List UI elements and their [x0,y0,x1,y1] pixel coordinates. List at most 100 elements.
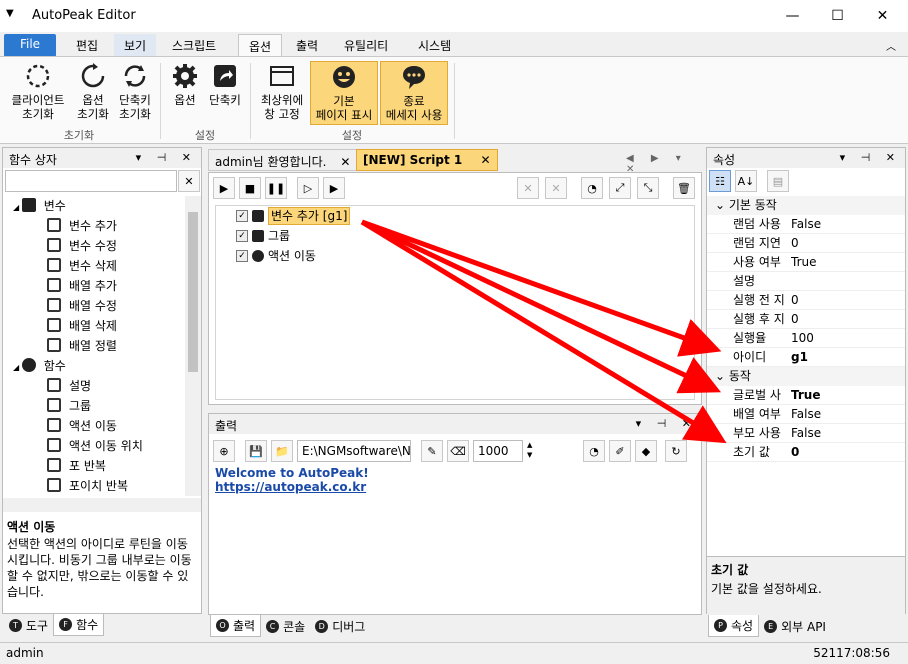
play-button[interactable]: ▶ [213,177,235,199]
tree-item[interactable]: 변수 삭제 [3,256,185,276]
categorized-view-icon[interactable]: ☷ [709,170,731,192]
clock-button[interactable]: ◔ [581,177,603,199]
property-row[interactable]: 실행 전 지 0 [707,291,905,310]
collapse-icon[interactable]: ⌄ [715,369,729,383]
panel-header-icons[interactable]: ▾ ⊣ ✕ [636,417,697,430]
property-row[interactable]: 랜덤 사용 False [707,215,905,234]
tab-edit[interactable]: 편집 [66,34,108,57]
tree-item[interactable]: 배열 삭제 [3,316,185,336]
tree-item[interactable]: 포 반복 [3,456,185,476]
eraser-button[interactable]: ⌫ [447,440,469,462]
panel-header-icons[interactable]: ▾ ⊣ ✕ [136,151,197,164]
item-checkbox[interactable]: ✓ [236,250,248,262]
property-row[interactable]: 아이디 g1 [707,348,905,367]
save-button[interactable]: 💾 [245,440,267,462]
property-value[interactable]: False [791,405,821,424]
tab-system[interactable]: 시스템 [408,34,461,57]
tree-item[interactable]: ◢ 함수 [3,356,185,376]
property-row[interactable]: 배열 여부 False [707,405,905,424]
tab-output-log[interactable]: O 출력 [210,615,262,637]
disabled-x-button[interactable]: ✕ [517,177,539,199]
tab-debug[interactable]: D 디버그 [310,615,370,637]
pause-button[interactable]: ❚❚ [265,177,287,199]
close-tab-icon[interactable]: ✕ [340,155,350,169]
tab-tools[interactable]: T 도구 [4,614,53,636]
tab-output[interactable]: 출력 [286,34,328,57]
tab-properties[interactable]: P 속성 [708,615,760,637]
open-folder-button[interactable]: 📁 [271,440,293,462]
collapse-ribbon-icon[interactable]: ︿ [886,38,896,53]
tree-item[interactable]: 배열 수정 [3,296,185,316]
property-row[interactable]: 설명 [707,272,905,291]
brush-button[interactable]: ✐ [609,440,631,462]
tree-item[interactable]: 배열 정렬 [3,336,185,356]
interval-stepper[interactable]: ▲ ▼ [527,440,539,462]
log-link[interactable]: https://autopeak.co.kr [215,480,366,494]
tree-item[interactable]: 배열 추가 [3,276,185,296]
script-item[interactable]: ✓ 액션 이동 [216,246,694,266]
item-checkbox[interactable]: ✓ [236,210,248,222]
tree-scrollbar[interactable] [185,196,201,496]
interval-input[interactable]: 1000 [473,440,523,462]
property-value[interactable]: g1 [791,348,808,367]
close-window-button[interactable]: ✕ [860,0,905,32]
property-value[interactable]: 0 [791,443,799,462]
property-value[interactable]: 0 [791,234,799,253]
tree-item[interactable]: 액션 이동 [3,416,185,436]
tree-item[interactable]: 변수 수정 [3,236,185,256]
script-item[interactable]: ✓ 변수 추가 [g1] [216,206,694,226]
reset-client-button[interactable]: 클라이언트 초기화 [4,61,72,121]
stop-button[interactable]: ■ [239,177,261,199]
property-category[interactable]: ⌄ 동작 [707,367,905,386]
scrollbar-thumb[interactable] [188,212,198,372]
always-on-top-button[interactable]: 최상위에 창 고정 [256,61,308,121]
tree-item[interactable]: 설명 [3,376,185,396]
function-search-input[interactable] [5,170,177,192]
reset-shortcuts-button[interactable]: 단축키 초기화 [114,61,156,121]
property-row[interactable]: 실행율 100 [707,329,905,348]
property-row[interactable]: 글로벌 사 True [707,386,905,405]
disabled-x2-button[interactable]: ✕ [545,177,567,199]
tab-console[interactable]: C 콘솔 [261,615,310,637]
property-row[interactable]: 랜덤 지연 0 [707,234,905,253]
clock-button[interactable]: ◔ [583,440,605,462]
tab-options[interactable]: 옵션 [238,34,283,57]
options-button[interactable]: 옵션 [166,61,204,107]
property-value[interactable]: False [791,215,821,234]
alphabetical-sort-icon[interactable]: A↓ [735,170,757,192]
close-tab-icon[interactable]: ✕ [480,153,490,167]
tab-view[interactable]: 보기 [114,34,157,57]
fill-button[interactable]: ◆ [635,440,657,462]
minimize-button[interactable]: — [770,0,815,32]
tab-file[interactable]: File [4,34,56,57]
clean-button[interactable]: ✎ [421,440,443,462]
new-log-button[interactable]: ⊕ [213,440,235,462]
shortcuts-button[interactable]: 단축키 [206,61,244,107]
property-value[interactable]: 100 [791,329,814,348]
tab-functions[interactable]: F 함수 [53,614,105,636]
clear-search-button[interactable]: ✕ [178,170,200,192]
reset-options-button[interactable]: 옵션 초기화 [72,61,114,121]
tree-hscrollbar[interactable] [3,498,201,512]
expand-icon[interactable]: ◢ [13,363,22,372]
tree-item[interactable]: 액션 이동 위치 [3,436,185,456]
doc-tab-welcome[interactable]: admin님 환영합니다. ✕ [208,149,358,171]
exit-message-button[interactable]: 종료 메세지 사용 [380,61,448,125]
property-value[interactable]: True [791,386,820,405]
tab-external-api[interactable]: E 외부 API [759,615,831,637]
expand-icon[interactable]: ◢ [13,203,22,212]
tree-item[interactable]: 변수 추가 [3,216,185,236]
property-row[interactable]: 실행 후 지 0 [707,310,905,329]
property-value[interactable]: False [791,424,821,443]
doc-tab-script[interactable]: [NEW] Script 1 ✕ [356,149,498,171]
property-value[interactable]: 0 [791,291,799,310]
property-value[interactable]: 0 [791,310,799,329]
log-path-input[interactable]: E:\NGMsoftware\NG [297,440,411,462]
panel-header-icons[interactable]: ▾ ⊣ ✕ [840,151,901,164]
step-next-button[interactable]: ▶ [323,177,345,199]
quick-access-menu-icon[interactable]: ▼ [6,8,14,19]
refresh-button[interactable]: ↻ [665,440,687,462]
show-start-page-button[interactable]: 기본 페이지 표시 [310,61,378,125]
property-pages-icon[interactable]: ▤ [767,170,789,192]
tab-utility[interactable]: 유틸리티 [334,34,398,57]
